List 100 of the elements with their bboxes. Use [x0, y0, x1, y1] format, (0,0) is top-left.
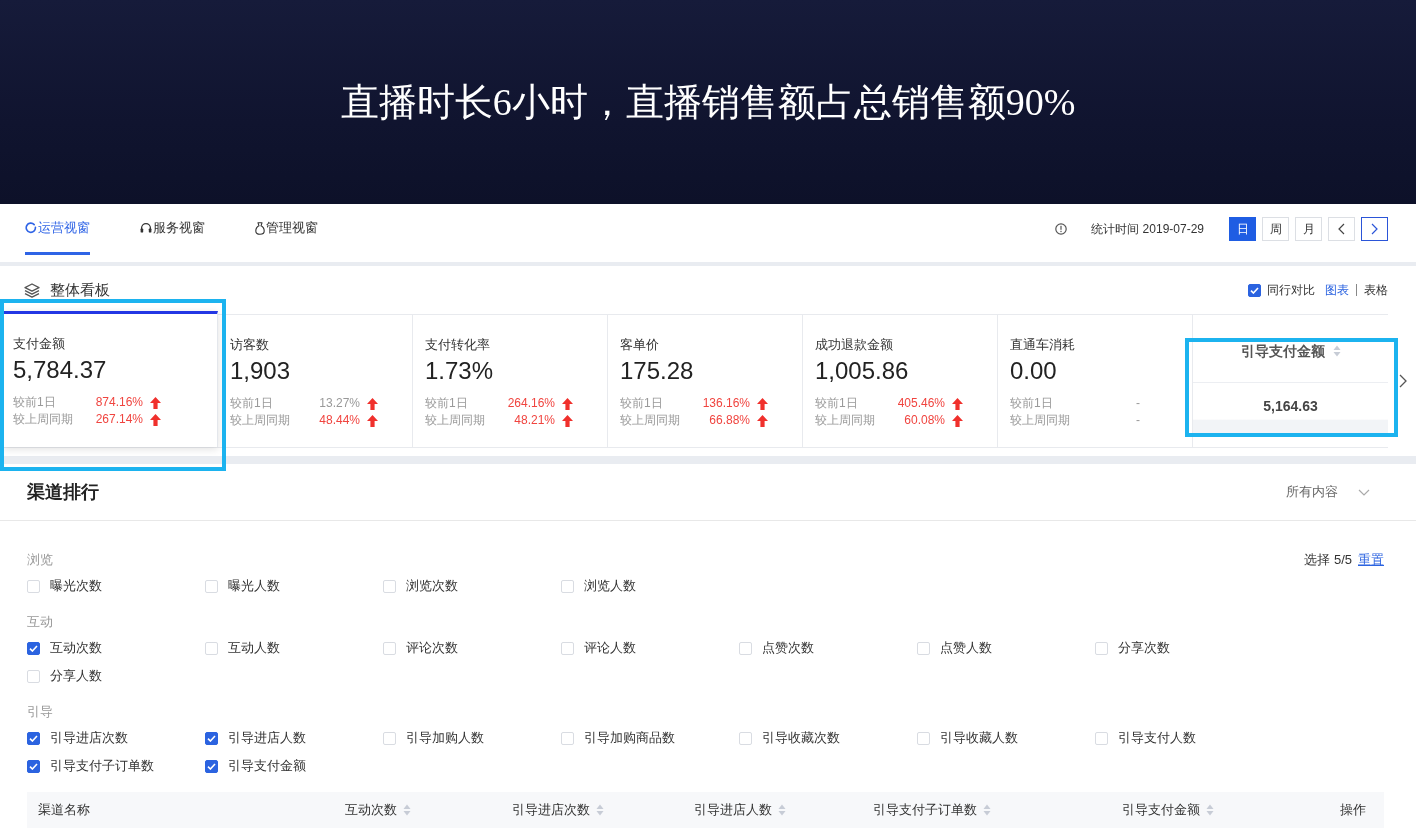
checkbox-label[interactable]: 曝光次数: [50, 577, 102, 595]
comparison-value: 13.27%: [319, 395, 360, 412]
group-label: 引导: [27, 703, 53, 721]
checkbox-label[interactable]: 评论人数: [584, 639, 636, 657]
checkbox[interactable]: [205, 759, 218, 773]
sort-icon[interactable]: [596, 804, 604, 816]
period-button[interactable]: 月: [1295, 217, 1322, 241]
comparison-label: 较前1日: [815, 395, 859, 412]
sort-icon[interactable]: [778, 804, 786, 816]
metric-card[interactable]: 支付转化率 1.73% 较前1日 264.16% 较上周同期 48.21%: [413, 315, 608, 447]
column-value: 5,164.63: [1262, 397, 1319, 416]
column-header[interactable]: 引导支付金额: [1122, 801, 1200, 819]
comparison-label: 较前1日: [13, 394, 57, 411]
checkbox-label[interactable]: 曝光人数: [228, 577, 280, 595]
content-dropdown[interactable]: 所有内容: [1286, 483, 1370, 501]
comparison-value: 874.16%: [95, 394, 143, 411]
column-header[interactable]: 引导支付子订单数: [873, 801, 977, 819]
comparison-label: 较前1日: [620, 395, 664, 412]
checkbox-label[interactable]: 互动次数: [50, 639, 102, 657]
checkbox-label[interactable]: 引导支付人数: [1118, 729, 1196, 747]
info-icon[interactable]: [1055, 223, 1068, 235]
sort-icon[interactable]: [983, 804, 991, 816]
comparison-value: 264.16%: [507, 395, 555, 412]
checkbox-label[interactable]: 分享人数: [50, 667, 102, 685]
checkbox-label[interactable]: 引导收藏人数: [940, 729, 1018, 747]
column-header: 操作: [1340, 801, 1366, 819]
checkmark-icon: [29, 644, 38, 652]
bag-icon: [255, 221, 265, 235]
comparison-value: 136.16%: [702, 395, 750, 412]
comparison-value: -: [1136, 412, 1140, 429]
checkbox-label[interactable]: 浏览人数: [584, 577, 636, 595]
chevron-left-icon: [1338, 223, 1345, 235]
view-tab[interactable]: 服务视窗: [140, 204, 205, 255]
comparison-value: -: [1136, 395, 1140, 412]
metric-label: 支付金额: [13, 335, 66, 353]
metric-card[interactable]: 支付金额 5,784.37 较前1日 874.16% 较上周同期 267.14%: [3, 311, 218, 447]
metric-card[interactable]: 成功退款金额 1,005.86 较前1日 405.46% 较上周同期 60.08%: [803, 315, 998, 447]
checkmark-icon: [207, 762, 216, 770]
metric-value: 1,005.86: [815, 356, 910, 386]
metric-value: 5,784.37: [13, 355, 108, 385]
checkbox[interactable]: [27, 731, 40, 745]
comparison-value: 267.14%: [95, 411, 143, 428]
checkbox-label[interactable]: 分享次数: [1118, 639, 1170, 657]
metric-label: 客单价: [620, 336, 660, 354]
section-title: 渠道排行: [27, 481, 99, 504]
metric-label: 直通车消耗: [1010, 336, 1076, 354]
metric-card[interactable]: 客单价 175.28 较前1日 136.16% 较上周同期 66.88%: [608, 315, 803, 447]
checkmark-icon: [29, 762, 38, 770]
period-button[interactable]: 日: [1229, 217, 1256, 241]
column-header[interactable]: 引导进店次数: [512, 801, 590, 819]
reset-link[interactable]: 重置: [1358, 551, 1384, 569]
checkbox-label[interactable]: 评论次数: [406, 639, 458, 657]
period-button[interactable]: 周: [1262, 217, 1289, 241]
view-link[interactable]: 图表: [1325, 281, 1349, 299]
metric-card[interactable]: 访客数 1,903 较前1日 13.27% 较上周同期 48.44%: [218, 315, 413, 447]
column-header[interactable]: 互动次数: [345, 801, 397, 819]
column-header[interactable]: 引导进店人数: [694, 801, 772, 819]
comparison-value: 405.46%: [897, 395, 945, 412]
chevron-right-icon[interactable]: [1399, 374, 1407, 388]
sort-icon[interactable]: [1206, 804, 1214, 816]
checkbox-label[interactable]: 引导支付子订单数: [50, 757, 154, 775]
chevron-right-icon: [1371, 223, 1378, 235]
checkmark-icon: [207, 734, 216, 742]
comparison-label: 较上周同期: [620, 412, 681, 429]
checkbox[interactable]: [205, 731, 218, 745]
checkbox-label[interactable]: 引导加购人数: [406, 729, 484, 747]
comparison-value: 48.21%: [514, 412, 555, 429]
stat-time-label: 统计时间 2019-07-29: [1091, 220, 1204, 238]
checkbox-label[interactable]: 引导进店人数: [228, 729, 306, 747]
checkbox[interactable]: [27, 759, 40, 773]
checkbox-label[interactable]: 引导支付金额: [228, 757, 306, 775]
checkbox-label[interactable]: 浏览次数: [406, 577, 458, 595]
checkbox-label[interactable]: 互动人数: [228, 639, 280, 657]
comparison-value: 48.44%: [319, 412, 360, 429]
view-tab[interactable]: 管理视窗: [255, 204, 318, 255]
checkbox[interactable]: [1248, 283, 1261, 297]
sort-icon[interactable]: [1332, 345, 1341, 357]
layers-icon: [24, 282, 40, 298]
column-title: 引导支付金额: [1240, 342, 1325, 360]
metric-value: 0.00: [1010, 356, 1058, 386]
sort-icon[interactable]: [403, 804, 411, 816]
checkbox[interactable]: [27, 641, 40, 655]
comparison-label: 较上周同期: [13, 411, 74, 428]
comparison-label: 较上周同期: [425, 412, 486, 429]
ring-icon: [25, 222, 37, 234]
comparison-label: 较前1日: [425, 395, 469, 412]
checkbox-label[interactable]: 引导收藏次数: [762, 729, 840, 747]
checkbox-label[interactable]: 点赞次数: [762, 639, 814, 657]
view-tab[interactable]: 运营视窗: [25, 204, 90, 255]
checkbox-label[interactable]: 同行对比: [1267, 281, 1315, 299]
comparison-label: 较上周同期: [1010, 412, 1071, 429]
next-button[interactable]: [1361, 217, 1388, 241]
checkbox-label[interactable]: 点赞人数: [940, 639, 992, 657]
checkmark-icon: [29, 734, 38, 742]
metric-label: 支付转化率: [425, 336, 491, 354]
section-title: 整体看板: [50, 280, 110, 300]
view-link[interactable]: 表格: [1364, 281, 1388, 299]
previous-button[interactable]: [1328, 217, 1355, 241]
checkbox-label[interactable]: 引导加购商品数: [584, 729, 675, 747]
checkbox-label[interactable]: 引导进店次数: [50, 729, 128, 747]
